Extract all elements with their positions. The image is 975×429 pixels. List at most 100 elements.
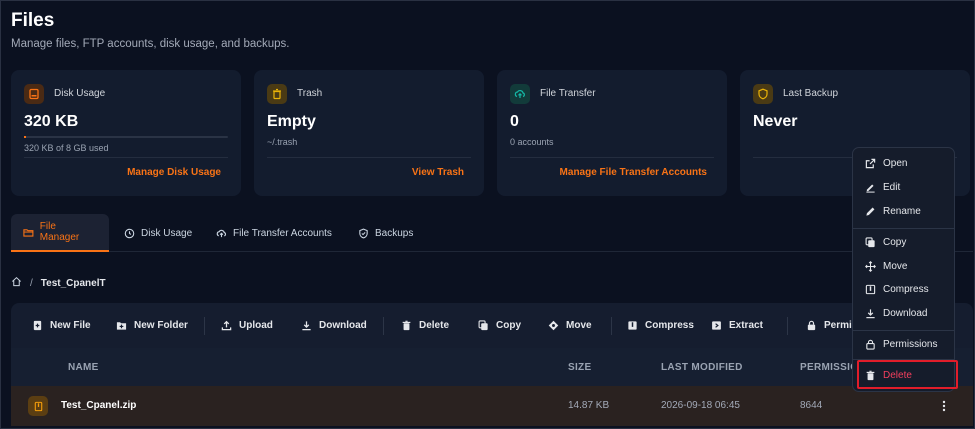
shield-icon xyxy=(753,84,773,104)
view-trash-link[interactable]: View Trash xyxy=(412,167,464,178)
file-transfer-card: File Transfer 0 0 accounts Manage File T… xyxy=(497,70,727,196)
cloud-upload-icon xyxy=(510,84,530,104)
upload-label: Upload xyxy=(239,320,273,331)
move-icon xyxy=(865,260,876,272)
file-name[interactable]: Test_Cpanel.zip xyxy=(61,400,136,411)
trash-card: Trash Empty ~/.trash View Trash xyxy=(254,70,484,196)
menu-item-download[interactable]: Download xyxy=(853,302,954,324)
card-subtext: ~/.trash xyxy=(267,137,298,147)
archive-icon xyxy=(628,321,637,330)
copy-button[interactable]: Copy xyxy=(478,303,521,348)
clock-icon xyxy=(124,228,135,238)
tab-backups[interactable]: Backups xyxy=(358,214,413,252)
column-header-permissions[interactable]: PERMISSIO xyxy=(800,362,858,373)
permissions-button[interactable]: Permis xyxy=(806,303,857,348)
card-value: Never xyxy=(753,113,798,130)
page-title: Files xyxy=(11,10,55,31)
compress-label: Compress xyxy=(645,320,694,331)
compress-button[interactable]: Compress xyxy=(627,303,694,348)
card-value: 320 KB xyxy=(24,113,79,130)
card-subtext: 320 KB of 8 GB used xyxy=(24,143,109,153)
delete-highlight-box xyxy=(857,360,958,389)
tab-file-manager[interactable]: File Manager xyxy=(11,214,109,252)
file-toolbar: New File New Folder Upload Download Dele… xyxy=(11,303,973,348)
folder-plus-icon xyxy=(116,322,127,330)
trash-icon xyxy=(402,320,411,331)
card-label: Last Backup xyxy=(783,88,839,99)
menu-item-open[interactable]: Open xyxy=(853,152,954,174)
file-size: 14.87 KB xyxy=(568,400,610,411)
card-label: File Transfer xyxy=(540,88,596,99)
external-link-icon xyxy=(865,158,876,168)
menu-item-move[interactable]: Move xyxy=(853,255,954,277)
menu-item-copy[interactable]: Copy xyxy=(853,231,954,253)
breadcrumb-separator: / xyxy=(30,277,33,289)
menu-item-label: Download xyxy=(883,307,928,319)
shield-icon xyxy=(359,228,368,238)
column-header-last-modified[interactable]: LAST MODIFIED xyxy=(661,362,743,373)
zip-file-icon xyxy=(28,396,48,416)
move-button[interactable]: Move xyxy=(548,303,592,348)
column-header-size[interactable]: SIZE xyxy=(568,362,591,373)
upload-button[interactable]: Upload xyxy=(221,303,273,348)
tab-file-transfer-accounts[interactable]: File Transfer Accounts xyxy=(216,214,332,252)
tab-label: Backups xyxy=(375,227,414,239)
copy-label: Copy xyxy=(496,320,521,331)
extract-icon xyxy=(712,321,721,330)
tab-label: File Transfer Accounts xyxy=(233,227,332,239)
menu-item-label: Open xyxy=(883,157,908,169)
move-icon xyxy=(548,320,559,331)
disk-usage-card: Disk Usage 320 KB 320 KB of 8 GB used Ma… xyxy=(11,70,241,196)
manage-file-transfer-accounts-link[interactable]: Manage File Transfer Accounts xyxy=(560,167,707,178)
download-icon xyxy=(302,321,311,331)
menu-item-compress[interactable]: Compress xyxy=(853,278,954,300)
new-file-label: New File xyxy=(50,320,91,331)
page-subtitle: Manage files, FTP accounts, disk usage, … xyxy=(11,38,290,50)
folder-icon xyxy=(23,228,34,237)
archive-icon xyxy=(865,284,876,294)
hard-drive-icon xyxy=(24,84,44,104)
menu-item-label: Compress xyxy=(883,283,929,295)
menu-item-label: Permissions xyxy=(883,338,938,350)
new-folder-button[interactable]: New Folder xyxy=(116,303,188,348)
card-subtext: 0 accounts xyxy=(510,137,554,147)
download-button[interactable]: Download xyxy=(301,303,367,348)
tab-label: Disk Usage xyxy=(141,227,193,239)
tab-disk-usage[interactable]: Disk Usage xyxy=(124,214,192,252)
breadcrumb: / Test_CpanelT xyxy=(11,276,106,290)
manage-disk-usage-link[interactable]: Manage Disk Usage xyxy=(127,167,221,178)
usage-progress-bar xyxy=(24,136,228,138)
file-plus-icon xyxy=(33,320,42,331)
edit-icon xyxy=(866,183,875,193)
copy-icon xyxy=(478,320,488,331)
tab-bar: File Manager Disk Usage File Transfer Ac… xyxy=(11,214,973,252)
more-vertical-icon[interactable] xyxy=(937,396,951,416)
menu-item-label: Move xyxy=(883,260,908,272)
card-label: Disk Usage xyxy=(54,88,106,99)
copy-icon xyxy=(865,236,875,247)
new-file-button[interactable]: New File xyxy=(32,303,91,348)
menu-item-edit[interactable]: Edit xyxy=(853,176,954,198)
menu-item-rename[interactable]: Rename xyxy=(853,200,954,222)
download-label: Download xyxy=(319,320,367,331)
menu-item-permissions[interactable]: Permissions xyxy=(853,333,954,355)
breadcrumb-current[interactable]: Test_CpanelT xyxy=(41,278,106,289)
delete-button[interactable]: Delete xyxy=(401,303,449,348)
card-label: Trash xyxy=(297,88,323,99)
table-header: NAME SIZE LAST MODIFIED PERMISSIO xyxy=(11,348,973,386)
card-value: Empty xyxy=(267,113,316,130)
table-row[interactable]: Test_Cpanel.zip 14.87 KB 2026-09-18 06:4… xyxy=(11,386,973,426)
menu-item-label: Edit xyxy=(883,181,901,193)
download-icon xyxy=(866,308,875,318)
upload-icon xyxy=(221,320,232,331)
extract-label: Extract xyxy=(729,320,763,331)
cloud-upload-icon xyxy=(216,229,227,237)
column-header-name[interactable]: NAME xyxy=(68,362,99,373)
new-folder-label: New Folder xyxy=(134,320,188,331)
menu-item-label: Rename xyxy=(883,205,921,217)
tab-label: File Manager xyxy=(39,221,80,243)
home-icon[interactable] xyxy=(11,276,22,290)
menu-item-label: Copy xyxy=(883,236,907,248)
extract-button[interactable]: Extract xyxy=(711,303,763,348)
lock-icon xyxy=(807,320,816,331)
